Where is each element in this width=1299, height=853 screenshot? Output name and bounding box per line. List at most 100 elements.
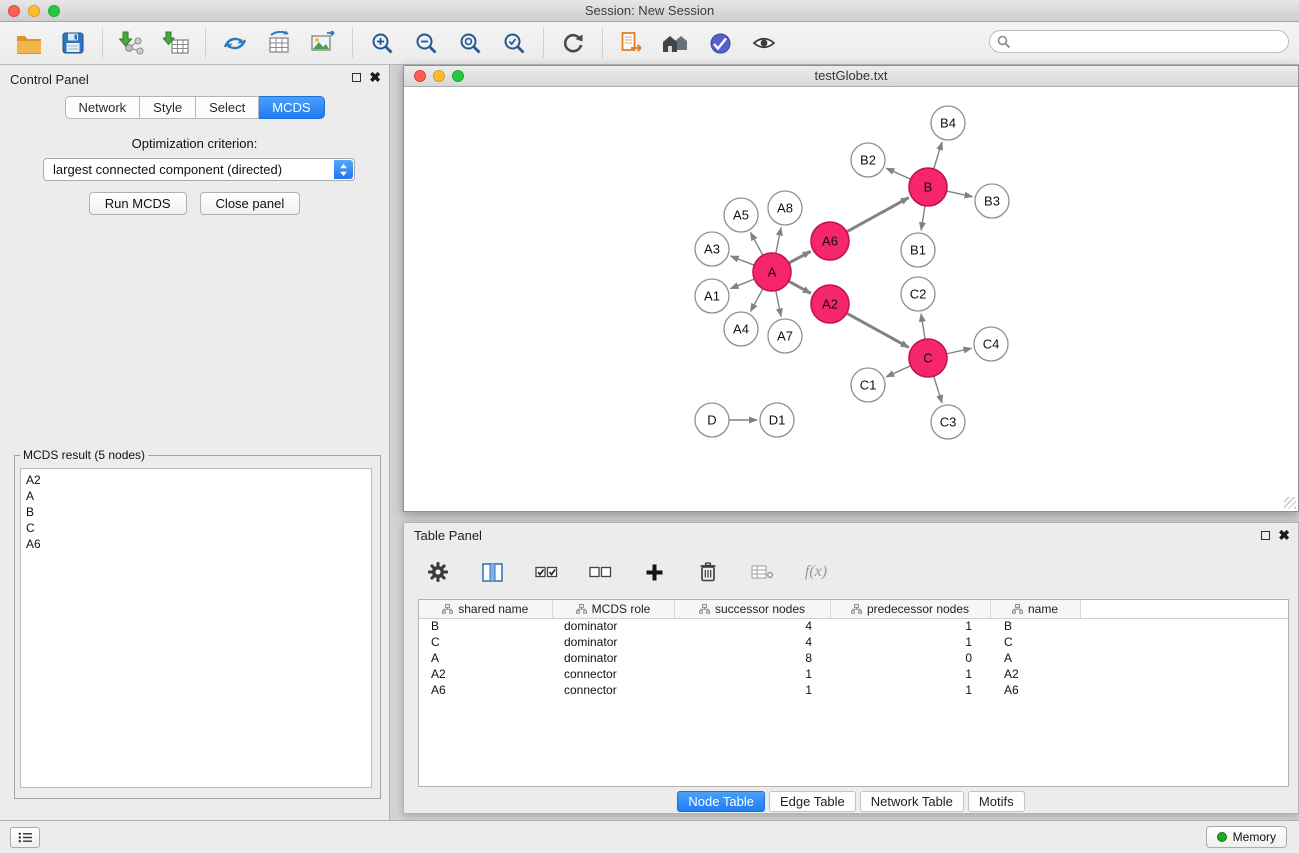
table-cell[interactable]: connector (552, 682, 674, 698)
zoom-in-button[interactable] (366, 27, 398, 59)
network-edge-A-A5[interactable] (751, 233, 763, 256)
table-cell[interactable]: 4 (674, 618, 830, 634)
table-row[interactable]: Adominator80A (419, 650, 1288, 666)
network-node-C4[interactable]: C4 (974, 327, 1008, 361)
table-row[interactable]: Bdominator41B (419, 618, 1288, 634)
tab-style[interactable]: Style (140, 96, 196, 119)
network-node-C[interactable]: C (909, 339, 947, 377)
table-cell[interactable]: B (990, 618, 1080, 634)
mcds-result-item[interactable]: A2 (26, 472, 366, 488)
run-mcds-button[interactable]: Run MCDS (89, 192, 187, 215)
network-node-B2[interactable]: B2 (851, 143, 885, 177)
vizmapper-button[interactable] (704, 27, 736, 59)
network-node-A1[interactable]: A1 (695, 279, 729, 313)
table-row[interactable]: A6connector11A6 (419, 682, 1288, 698)
table-cell[interactable]: 1 (830, 666, 990, 682)
network-edge-B-B3[interactable] (947, 191, 973, 197)
network-node-D1[interactable]: D1 (760, 403, 794, 437)
tab-motifs[interactable]: Motifs (968, 791, 1025, 812)
network-node-B[interactable]: B (909, 168, 947, 206)
table-cell[interactable]: 1 (830, 682, 990, 698)
table-row[interactable]: A2connector11A2 (419, 666, 1288, 682)
first-neighbors-button[interactable] (660, 27, 692, 59)
table-cell[interactable]: dominator (552, 650, 674, 666)
delete-table-button[interactable] (746, 556, 778, 588)
add-column-button[interactable] (638, 556, 670, 588)
select-all-button[interactable] (530, 556, 562, 588)
network-node-B3[interactable]: B3 (975, 184, 1009, 218)
table-cell[interactable]: B (419, 618, 552, 634)
import-table-button[interactable] (160, 27, 192, 59)
table-cell[interactable]: 0 (830, 650, 990, 666)
refresh-network-button[interactable] (557, 27, 589, 59)
table-cell[interactable]: 1 (674, 666, 830, 682)
new-network-button[interactable] (219, 27, 251, 59)
new-table-button[interactable] (263, 27, 295, 59)
network-edge-A-A6[interactable] (789, 251, 811, 263)
table-cell[interactable]: A2 (419, 666, 552, 682)
network-node-C3[interactable]: C3 (931, 405, 965, 439)
network-node-B1[interactable]: B1 (901, 233, 935, 267)
network-edge-A-A4[interactable] (751, 289, 763, 312)
table-cell[interactable]: 1 (830, 634, 990, 650)
network-edge-B-B4[interactable] (934, 142, 942, 169)
network-edge-B-B2[interactable] (886, 168, 910, 179)
network-node-B4[interactable]: B4 (931, 106, 965, 140)
table-cell[interactable]: dominator (552, 634, 674, 650)
column-header-successor-nodes[interactable]: successor nodes (674, 600, 830, 618)
search-input[interactable] (1014, 32, 1280, 51)
network-node-A4[interactable]: A4 (724, 312, 758, 346)
table-cell[interactable]: 8 (674, 650, 830, 666)
mcds-result-item[interactable]: A (26, 488, 366, 504)
column-header-mcds-role[interactable]: MCDS role (552, 600, 674, 618)
zoom-selected-button[interactable] (498, 27, 530, 59)
float-panel-icon[interactable] (352, 73, 361, 82)
tab-node-table[interactable]: Node Table (677, 791, 765, 812)
resize-grip-icon[interactable] (1284, 497, 1296, 509)
float-table-panel-icon[interactable] (1261, 531, 1270, 540)
function-builder-button[interactable]: f(x) (800, 556, 832, 588)
table-cell[interactable]: A (990, 650, 1080, 666)
mcds-result-list[interactable]: A2ABCA6 (20, 468, 372, 788)
network-node-A8[interactable]: A8 (768, 191, 802, 225)
network-edge-C-C2[interactable] (921, 314, 925, 339)
export-image-button[interactable] (307, 27, 339, 59)
open-session-button[interactable] (13, 27, 45, 59)
tab-network[interactable]: Network (64, 96, 140, 119)
network-node-A2[interactable]: A2 (811, 285, 849, 323)
tab-network-table[interactable]: Network Table (860, 791, 964, 812)
tab-edge-table[interactable]: Edge Table (769, 791, 856, 812)
network-node-A7[interactable]: A7 (768, 319, 802, 353)
deselect-all-button[interactable] (584, 556, 616, 588)
column-header-shared-name[interactable]: shared name (419, 600, 552, 618)
network-node-C2[interactable]: C2 (901, 277, 935, 311)
tab-select[interactable]: Select (196, 96, 259, 119)
zoom-out-button[interactable] (410, 27, 442, 59)
close-table-panel-icon[interactable]: ✖ (1278, 530, 1290, 540)
network-edge-A-A3[interactable] (731, 256, 755, 265)
memory-button[interactable]: Memory (1206, 826, 1287, 848)
mcds-result-item[interactable]: A6 (26, 536, 366, 552)
network-node-A3[interactable]: A3 (695, 232, 729, 266)
table-cell[interactable]: 4 (674, 634, 830, 650)
close-panel-icon[interactable]: ✖ (369, 72, 381, 82)
close-panel-button[interactable]: Close panel (200, 192, 301, 215)
network-node-D[interactable]: D (695, 403, 729, 437)
table-cell[interactable]: C (419, 634, 552, 650)
table-cell[interactable]: C (990, 634, 1080, 650)
table-cell[interactable]: 1 (830, 618, 990, 634)
column-header-predecessor-nodes[interactable]: predecessor nodes (830, 600, 990, 618)
table-cell[interactable]: A2 (990, 666, 1080, 682)
network-node-A5[interactable]: A5 (724, 198, 758, 232)
table-row[interactable]: Cdominator41C (419, 634, 1288, 650)
mcds-result-item[interactable]: C (26, 520, 366, 536)
table-cell[interactable]: 1 (674, 682, 830, 698)
network-edge-C-C4[interactable] (947, 348, 972, 354)
table-settings-button[interactable] (422, 556, 454, 588)
network-node-A6[interactable]: A6 (811, 222, 849, 260)
mcds-result-item[interactable]: B (26, 504, 366, 520)
network-edge-A-A2[interactable] (789, 281, 811, 293)
show-hide-button[interactable] (748, 27, 780, 59)
table-cell[interactable]: A6 (419, 682, 552, 698)
network-window-titlebar[interactable]: testGlobe.txt (404, 66, 1298, 87)
